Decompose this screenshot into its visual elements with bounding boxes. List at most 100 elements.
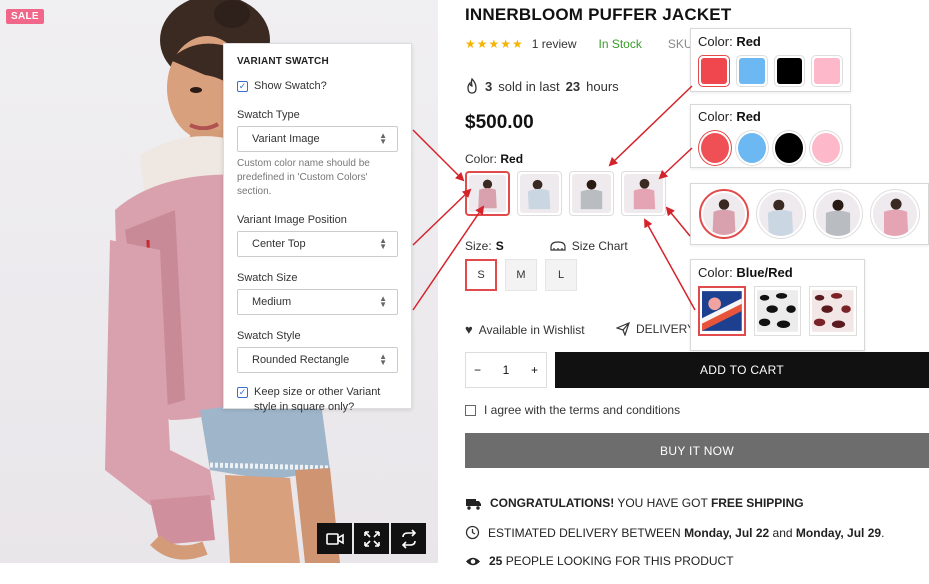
color-value: Red [500, 152, 524, 166]
checkbox-icon [465, 404, 476, 416]
swatch-size-select[interactable]: Medium ▲ ▼ [237, 289, 398, 315]
square-swatch-blue[interactable] [735, 55, 768, 87]
ruler-icon [550, 241, 566, 251]
size-chart-link[interactable]: Size Chart [550, 239, 628, 253]
stock-status: In Stock [598, 37, 642, 51]
swatch-blue[interactable] [517, 171, 562, 216]
swatch-style-value: Rounded Rectangle [252, 354, 350, 366]
circle-swatch-blue[interactable] [735, 130, 769, 166]
size-option-m[interactable]: M [505, 259, 537, 291]
color-chip [775, 133, 803, 163]
circle-swatch-black[interactable] [772, 130, 806, 166]
wishlist-link[interactable]: ♥ Available in Wishlist [465, 322, 585, 337]
add-to-cart-button[interactable]: ADD TO CART [555, 352, 929, 388]
callout-color-label: Color: [698, 34, 733, 49]
square-swatch-pink[interactable] [811, 55, 843, 87]
live-viewers: 25 PEOPLE LOOKING FOR THIS PRODUCT [465, 554, 734, 568]
free-shipping-notice: CONGRATULATIONS! YOU HAVE GOT FREE SHIPP… [465, 496, 804, 510]
pattern-swatch-blue-red[interactable] [698, 286, 746, 336]
color-chip [738, 58, 765, 84]
show-swatch-checkbox[interactable]: ✓ Show Swatch? [237, 79, 398, 94]
color-chip [814, 58, 840, 84]
callout-pattern-swatches: Color: Blue/Red [690, 259, 865, 351]
color-selection-label: Color: Red [465, 152, 523, 166]
select-arrows-icon: ▲ ▼ [379, 294, 387, 309]
circle-swatch-red[interactable] [698, 130, 732, 166]
swatch-size-label: Swatch Size [237, 272, 298, 284]
viewers-count: 25 [489, 554, 503, 568]
product-price: $500.00 [465, 112, 534, 133]
callout-circle-image-swatches [690, 183, 929, 245]
check-icon: ✓ [237, 81, 248, 92]
send-icon [616, 322, 630, 336]
swatch-red[interactable] [465, 171, 510, 216]
color-chip [701, 133, 729, 163]
sold-counter: 3 sold in last 23 hours [465, 78, 619, 94]
circle-image-swatch-red[interactable] [699, 189, 749, 239]
swatch-black[interactable] [569, 171, 614, 216]
swatch-type-select[interactable]: Variant Image ▲ ▼ [237, 126, 398, 152]
arrow-square-swatches [608, 85, 693, 167]
size-option-s[interactable]: S [465, 259, 497, 291]
truck-icon [466, 498, 481, 510]
callout-circle-swatches: Color: Red [690, 104, 851, 168]
image-position-label: Variant Image Position [237, 214, 347, 226]
pattern-swatch-leopard-black[interactable] [753, 286, 802, 336]
sold-count: 3 [485, 78, 493, 94]
swatch-type-label: Swatch Type [237, 109, 300, 121]
pattern-swatch-row [698, 286, 857, 336]
callout-color-value: Blue/Red [736, 265, 793, 280]
select-arrows-icon: ▲ ▼ [379, 131, 387, 146]
fullscreen-button[interactable] [354, 523, 389, 554]
check-icon: ✓ [237, 387, 248, 398]
swatch-thumb-image [527, 179, 551, 210]
circle-image-swatch-pink[interactable] [870, 189, 920, 239]
image-swatch-list [465, 171, 666, 216]
video-button[interactable] [317, 523, 352, 554]
image-position-select[interactable]: Center Top ▲ ▼ [237, 231, 398, 257]
qty-decrease-button[interactable]: − [474, 363, 481, 377]
swatch-thumb-image [478, 179, 497, 209]
sold-hours: 23 [565, 78, 581, 94]
shipping-text: YOU HAVE GOT [617, 496, 708, 510]
square-swatch-black[interactable] [773, 55, 806, 87]
rotate-button[interactable] [391, 523, 426, 554]
shipping-bold: CONGRATULATIONS! [490, 496, 615, 510]
callout-color-value: Red [736, 109, 761, 124]
pattern-thumb-image [756, 290, 799, 332]
image-position-value: Center Top [252, 238, 306, 250]
swatch-pink[interactable] [621, 171, 666, 216]
delivery-link[interactable]: DELIVERY [616, 322, 695, 336]
product-meta: ★★★★★ 1 review In Stock SKU [465, 37, 693, 51]
est-text: ESTIMATED DELIVERY BETWEEN [488, 525, 681, 540]
color-chip [776, 58, 803, 84]
panel-title: VARIANT SWATCH [237, 56, 329, 67]
review-count-link[interactable]: 1 review [532, 37, 577, 51]
viewers-text: PEOPLE LOOKING FOR THIS PRODUCT [505, 554, 734, 568]
product-title: INNERBLOOM PUFFER JACKET [465, 5, 732, 24]
eye-icon [466, 557, 480, 565]
swap-icon [401, 528, 416, 549]
square-only-label: Keep size or other Variant style in squa… [254, 386, 381, 413]
buy-now-button[interactable]: BUY IT NOW [465, 433, 929, 468]
size-option-l[interactable]: L [545, 259, 577, 291]
est-to: Monday, Jul 29 [795, 525, 882, 540]
swatch-size-value: Medium [252, 296, 292, 308]
square-swatch-red[interactable] [698, 55, 730, 87]
circle-swatch-pink[interactable] [809, 130, 843, 166]
qty-input[interactable]: 1 [503, 363, 510, 377]
color-chip [701, 58, 727, 84]
pattern-thumb-image [702, 291, 742, 331]
pattern-swatch-leopard-red[interactable] [809, 286, 857, 336]
sold-mid-text: sold in last [498, 78, 560, 94]
circle-image-swatch-blue[interactable] [756, 189, 806, 239]
circle-image-swatch-black[interactable] [813, 189, 863, 239]
swatch-thumb-image [884, 198, 909, 236]
swatch-style-select[interactable]: Rounded Rectangle ▲ ▼ [237, 347, 398, 373]
qty-increase-button[interactable]: + [531, 363, 538, 377]
wishlist-label: Available in Wishlist [478, 322, 585, 337]
square-only-checkbox[interactable]: ✓ Keep size or other Variant style in sq… [237, 385, 398, 415]
clock-icon [465, 525, 480, 540]
square-swatch-row [698, 55, 843, 87]
terms-checkbox[interactable]: I agree with the terms and conditions [465, 403, 680, 417]
